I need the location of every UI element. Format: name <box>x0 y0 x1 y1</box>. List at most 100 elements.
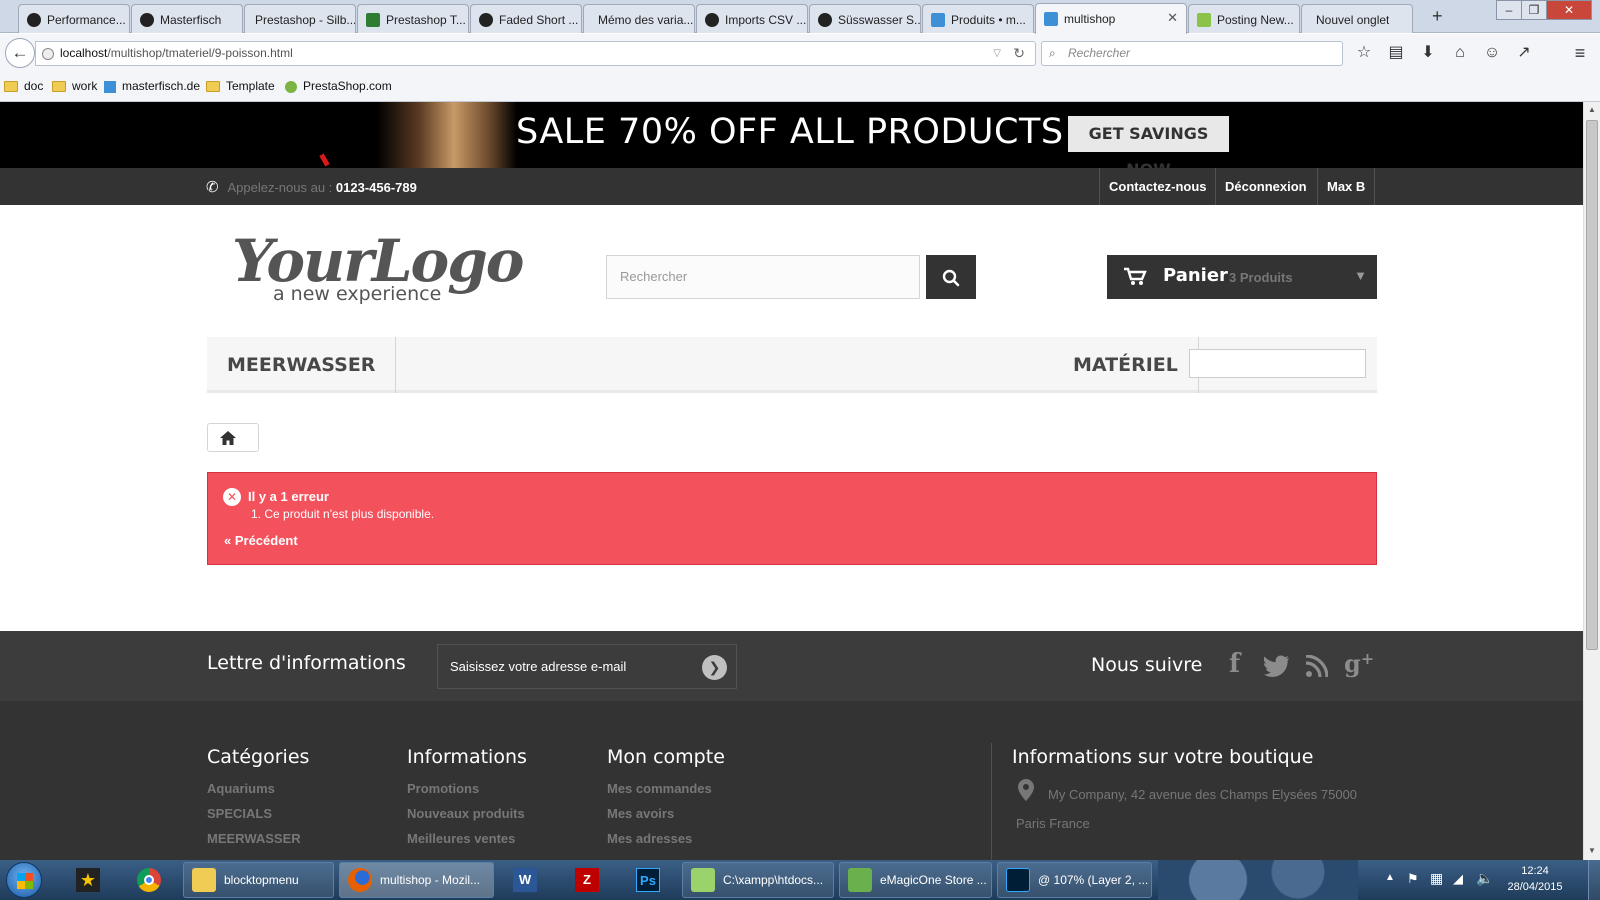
close-window-button[interactable]: ✕ <box>1546 0 1592 20</box>
back-button[interactable]: ← <box>5 38 35 68</box>
newsletter-email-input[interactable]: Saisissez votre adresse e-mail ❯ <box>437 644 737 689</box>
logout-link[interactable]: Déconnexion <box>1215 168 1316 205</box>
browser-tab[interactable]: Faded Short ... <box>470 4 582 33</box>
shop-header: YourLogo a new experience Rechercher Pan… <box>0 205 1583 335</box>
menu-search-input[interactable] <box>1189 349 1366 378</box>
taskbar-button-active[interactable]: multishop - Mozil... <box>339 862 494 898</box>
tray-volume-icon[interactable]: 🔈 <box>1476 870 1493 887</box>
minimize-button[interactable]: – <box>1496 0 1522 20</box>
store-icon <box>104 80 116 93</box>
sale-banner[interactable]: SALE 70% OFF ALL PRODUCTS GET SAVINGS NO… <box>0 102 1583 179</box>
browser-tab[interactable]: Performance... <box>18 4 130 33</box>
browser-tab-bar: Performance... Masterfisch Prestashop - … <box>0 0 1600 34</box>
store-icon <box>1044 11 1058 26</box>
taskbar-clock[interactable]: 12:24 28/04/2015 <box>1500 863 1570 895</box>
taskbar-button[interactable]: @ 107% (Layer 2, ... <box>997 862 1152 898</box>
browser-tab[interactable]: Süsswasser S... <box>809 4 921 33</box>
home-icon[interactable] <box>220 431 236 445</box>
close-tab-icon[interactable]: ✕ <box>1167 4 1178 32</box>
browser-tab[interactable]: Prestashop T... <box>357 4 469 33</box>
twitter-icon[interactable] <box>1264 655 1290 677</box>
reading-list-icon[interactable]: ▤ <box>1386 43 1406 63</box>
taskbar-pinned-app[interactable]: ★ <box>63 862 113 898</box>
footer-link[interactable]: Mes avoirs <box>607 806 674 821</box>
taskbar-button[interactable]: blocktopmenu <box>183 862 334 898</box>
bookmark-doc[interactable]: doc <box>4 78 43 94</box>
show-desktop-button[interactable] <box>1588 860 1600 900</box>
menu-icon[interactable]: ≡ <box>1570 43 1590 63</box>
bookmark-star-icon[interactable]: ☆ <box>1354 43 1374 63</box>
browser-tab[interactable]: Mémo des varia... <box>583 4 695 33</box>
rss-icon[interactable] <box>1306 655 1328 677</box>
restore-button[interactable]: ❐ <box>1521 0 1547 20</box>
footer-link[interactable]: Nouveaux produits <box>407 806 525 821</box>
page-scrollbar[interactable]: ▲ ▼ <box>1583 102 1600 860</box>
tool-icon[interactable]: ↗ <box>1514 43 1534 63</box>
browser-tab-active[interactable]: multishop ✕ <box>1035 3 1187 34</box>
taskbar-button[interactable]: eMagicOne Store ... <box>839 862 992 898</box>
store-info-title: Informations sur votre boutique <box>1012 746 1314 768</box>
contact-link[interactable]: Contactez-nous <box>1099 168 1216 205</box>
scroll-down-arrow[interactable]: ▼ <box>1588 846 1596 855</box>
browser-search-bar[interactable]: ⌕ Rechercher <box>1041 41 1343 66</box>
tray-show-hidden-icon[interactable]: ▲ <box>1385 872 1395 883</box>
submit-arrow-icon[interactable]: ❯ <box>702 655 727 680</box>
reload-icon[interactable]: ↻ <box>1013 42 1025 65</box>
url-bar[interactable]: localhost/multishop/tmateriel/9-poisson.… <box>35 41 1036 66</box>
download-icon[interactable]: ⬇ <box>1418 43 1438 63</box>
shop-search-input[interactable]: Rechercher <box>606 255 920 299</box>
browser-tab[interactable]: Prestashop - Silb... <box>244 4 356 33</box>
tray-flag-icon[interactable]: ⚑ <box>1407 871 1419 887</box>
home-icon[interactable]: ⌂ <box>1450 43 1470 63</box>
footer-link[interactable]: Mes commandes <box>607 781 712 796</box>
taskbar-pinned-app[interactable]: W <box>500 862 550 898</box>
footer-link[interactable]: Aquariums <box>207 781 275 796</box>
account-link[interactable]: Max B <box>1317 168 1376 205</box>
dropdown-icon[interactable]: ▽ <box>993 42 1001 65</box>
back-link[interactable]: « Précédent <box>224 533 298 548</box>
browser-tab[interactable]: Masterfisch <box>131 4 243 33</box>
taskbar-pinned-app[interactable] <box>124 862 174 898</box>
puzzle-icon <box>366 12 380 27</box>
facebook-icon[interactable]: f <box>1229 649 1240 679</box>
cart-label: Panier <box>1163 265 1228 286</box>
footer-link[interactable]: Promotions <box>407 781 479 796</box>
get-savings-button[interactable]: GET SAVINGS NOW <box>1068 116 1229 179</box>
browser-tab[interactable]: Produits • m... <box>922 4 1034 33</box>
start-button[interactable] <box>6 862 42 898</box>
google-plus-icon[interactable]: g+ <box>1344 649 1374 678</box>
url-host: localhost <box>60 46 108 60</box>
chat-icon[interactable]: ☺ <box>1482 43 1502 63</box>
browser-tab[interactable]: Imports CSV ... <box>696 4 808 33</box>
footer-link[interactable]: Mes adresses <box>607 831 692 846</box>
map-marker-icon <box>1018 779 1034 801</box>
taskbar-pinned-app[interactable]: Z <box>562 862 612 898</box>
browser-tab[interactable]: Posting New... <box>1188 4 1300 33</box>
prestashop-icon <box>705 12 719 27</box>
menu-item-meerwasser[interactable]: MEERWASSER <box>207 337 397 393</box>
shop-search-button[interactable] <box>926 255 976 299</box>
phone-icon: ✆ <box>206 179 219 196</box>
bookmark-masterfisch[interactable]: masterfisch.de <box>104 78 200 94</box>
footer-link[interactable]: MEERWASSER <box>207 831 301 846</box>
error-item: 1. Ce produit n'est plus disponible. <box>251 507 435 521</box>
cart-button[interactable]: Panier 3 Produits ▼ <box>1107 255 1377 299</box>
taskbar-button[interactable]: C:\xampp\htdocs... <box>682 862 834 898</box>
menu-item-materiel[interactable]: MATÉRIEL <box>1053 337 1199 393</box>
bookmark-work[interactable]: work <box>52 78 97 94</box>
bookmark-template[interactable]: Template <box>206 78 275 94</box>
footer-link[interactable]: SPECIALS <box>207 806 272 821</box>
tray-signal-icon[interactable]: ◢ <box>1453 871 1463 887</box>
phone-number: 0123-456-789 <box>335 180 417 195</box>
browser-tab[interactable]: Nouvel onglet <box>1301 4 1413 33</box>
scroll-up-arrow[interactable]: ▲ <box>1588 105 1596 114</box>
newsletter-bar: Lettre d'informations Saisissez votre ad… <box>0 631 1583 701</box>
tray-network-icon[interactable]: ▦ <box>1430 870 1443 887</box>
footer-link[interactable]: Meilleures ventes <box>407 831 515 846</box>
error-title: Il y a 1 erreur <box>248 489 329 504</box>
url-path: /multishop/tmateriel/9-poisson.html <box>107 46 293 60</box>
scroll-thumb[interactable] <box>1586 120 1598 650</box>
taskbar-pinned-app[interactable]: Ps <box>623 862 673 898</box>
bookmark-prestashop[interactable]: PrestaShop.com <box>285 78 392 94</box>
new-tab-button[interactable]: + <box>1432 4 1443 28</box>
